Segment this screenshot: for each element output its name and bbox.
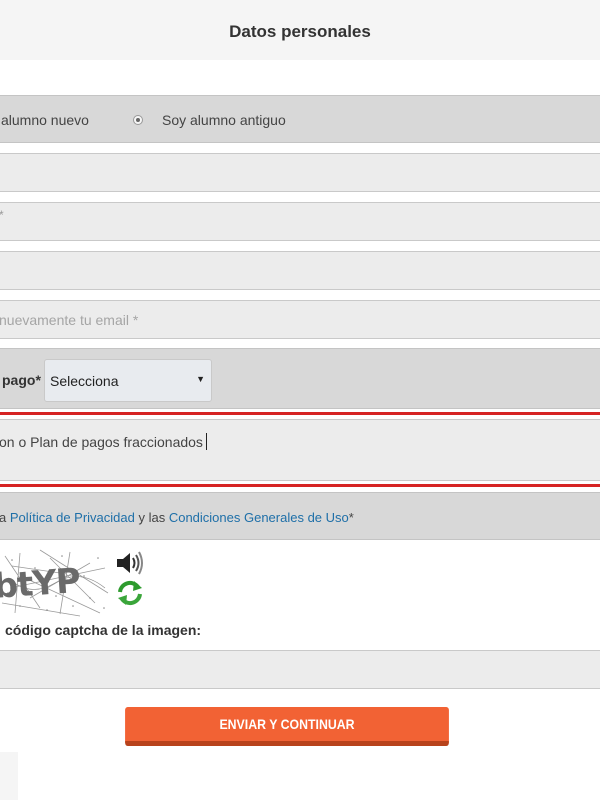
email-confirm-input[interactable] bbox=[0, 301, 600, 338]
refresh-icon[interactable] bbox=[114, 578, 146, 608]
captcha-image: btYP bbox=[0, 548, 112, 618]
payment-plan-text[interactable]: on o Plan de pagos fraccionados bbox=[0, 433, 207, 450]
captcha-input-field[interactable] bbox=[0, 650, 600, 689]
error-divider-bottom bbox=[0, 484, 600, 487]
privacy-prefix: a bbox=[0, 510, 10, 525]
captcha-label: código captcha de la imagen: bbox=[5, 622, 202, 638]
name-input[interactable] bbox=[0, 154, 600, 191]
email-input[interactable] bbox=[0, 252, 600, 289]
terms-link[interactable]: Condiciones Generales de Uso bbox=[169, 510, 349, 525]
email-confirm-field[interactable] bbox=[0, 300, 600, 339]
text-caret bbox=[205, 433, 207, 450]
footer-corner-panel bbox=[18, 752, 108, 800]
privacy-text: a Política de Privacidad y las Condicion… bbox=[0, 510, 354, 525]
name-field[interactable] bbox=[0, 153, 600, 192]
chevron-down-icon: ▼ bbox=[196, 374, 205, 384]
payment-plan-value: on o Plan de pagos fraccionados bbox=[0, 434, 203, 450]
email-field[interactable] bbox=[0, 251, 600, 290]
privacy-suffix: * bbox=[348, 510, 354, 525]
form-header: Datos personales bbox=[0, 0, 600, 60]
field-required-marker: * bbox=[0, 208, 4, 222]
captcha-text: btYP bbox=[0, 561, 81, 607]
submit-button[interactable]: ENVIAR Y CONTINUAR bbox=[125, 707, 449, 746]
surname-input[interactable] bbox=[0, 203, 600, 240]
payment-select-value: Selecciona bbox=[50, 373, 119, 389]
page-title: Datos personales bbox=[229, 22, 371, 41]
radio-label-old-student[interactable]: Soy alumno antiguo bbox=[162, 112, 286, 128]
payment-label: pago* bbox=[2, 372, 41, 388]
student-type-row: alumno nuevo Soy alumno antiguo bbox=[0, 95, 600, 143]
radio-label-new-student[interactable]: alumno nuevo bbox=[1, 112, 89, 128]
captcha-input[interactable] bbox=[0, 651, 600, 688]
payment-select[interactable]: Selecciona ▼ bbox=[44, 359, 212, 402]
privacy-row: a Política de Privacidad y las Condicion… bbox=[0, 492, 600, 540]
payment-row: pago* Selecciona ▼ bbox=[0, 348, 600, 409]
privacy-policy-link[interactable]: Política de Privacidad bbox=[10, 510, 135, 525]
surname-field[interactable]: * bbox=[0, 202, 600, 241]
privacy-middle: y las bbox=[134, 510, 169, 525]
speaker-icon[interactable] bbox=[114, 549, 146, 577]
error-divider-top bbox=[0, 412, 600, 415]
radio-old-student[interactable] bbox=[133, 115, 143, 125]
footer-corner bbox=[0, 752, 108, 800]
payment-plan-field[interactable]: on o Plan de pagos fraccionados bbox=[0, 419, 600, 481]
